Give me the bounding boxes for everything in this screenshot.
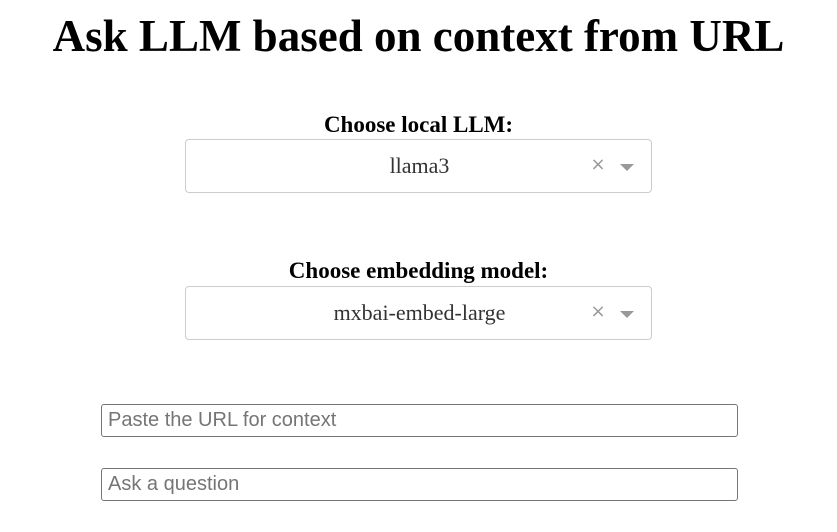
llm-select-label: Choose local LLM: (323, 112, 514, 137)
page-title: Ask LLM based on context from URL (52, 11, 785, 61)
llm-select-clear-icon[interactable]: × (589, 153, 607, 177)
embedding-select-value: mxbai-embed-large (333, 300, 506, 325)
url-input[interactable] (101, 404, 738, 437)
llm-select-value: llama3 (389, 153, 450, 178)
llm-select[interactable]: llama3 × (185, 139, 652, 193)
embedding-select-label: Choose embedding model: (288, 258, 549, 283)
embedding-select-chevron-down-icon[interactable] (620, 311, 634, 318)
question-input[interactable] (101, 468, 738, 501)
embedding-select[interactable]: mxbai-embed-large × (185, 286, 652, 340)
embedding-select-clear-icon[interactable]: × (589, 300, 607, 324)
llm-select-chevron-down-icon[interactable] (620, 164, 634, 171)
